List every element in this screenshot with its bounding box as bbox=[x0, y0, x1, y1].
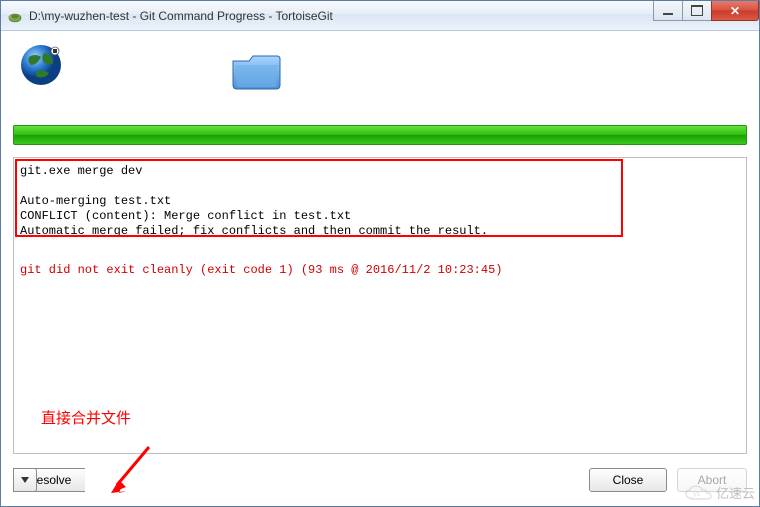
client-area: git.exe merge dev Auto-merging test.txt … bbox=[9, 37, 751, 498]
error-line: git did not exit cleanly (exit code 1) (… bbox=[20, 263, 740, 278]
tortoise-icon bbox=[7, 8, 23, 24]
output-line: CONFLICT (content): Merge conflict in te… bbox=[20, 209, 351, 223]
globe-icon bbox=[19, 43, 63, 87]
close-button[interactable]: Close bbox=[589, 468, 667, 492]
button-row: Resolve Close Abort bbox=[13, 468, 747, 494]
resolve-dropdown-button[interactable] bbox=[13, 468, 37, 492]
maximize-button[interactable] bbox=[682, 1, 712, 21]
window-title: D:\my-wuzhen-test - Git Command Progress… bbox=[29, 9, 759, 23]
output-line: Auto-merging test.txt bbox=[20, 194, 171, 208]
window-close-button[interactable] bbox=[711, 1, 759, 21]
output-line: Automatic merge failed; fix conflicts an… bbox=[20, 224, 488, 238]
icon-bar bbox=[9, 37, 751, 117]
output-line: git.exe merge dev bbox=[20, 164, 142, 178]
window-controls bbox=[654, 1, 759, 21]
titlebar: D:\my-wuzhen-test - Git Command Progress… bbox=[1, 1, 759, 31]
minimize-button[interactable] bbox=[653, 1, 683, 21]
annotation-text: 直接合并文件 bbox=[41, 407, 131, 428]
dialog-window: D:\my-wuzhen-test - Git Command Progress… bbox=[0, 0, 760, 507]
abort-button: Abort bbox=[677, 468, 747, 492]
progress-bar bbox=[13, 125, 747, 145]
folder-icon bbox=[231, 53, 281, 91]
chevron-down-icon bbox=[21, 477, 29, 483]
